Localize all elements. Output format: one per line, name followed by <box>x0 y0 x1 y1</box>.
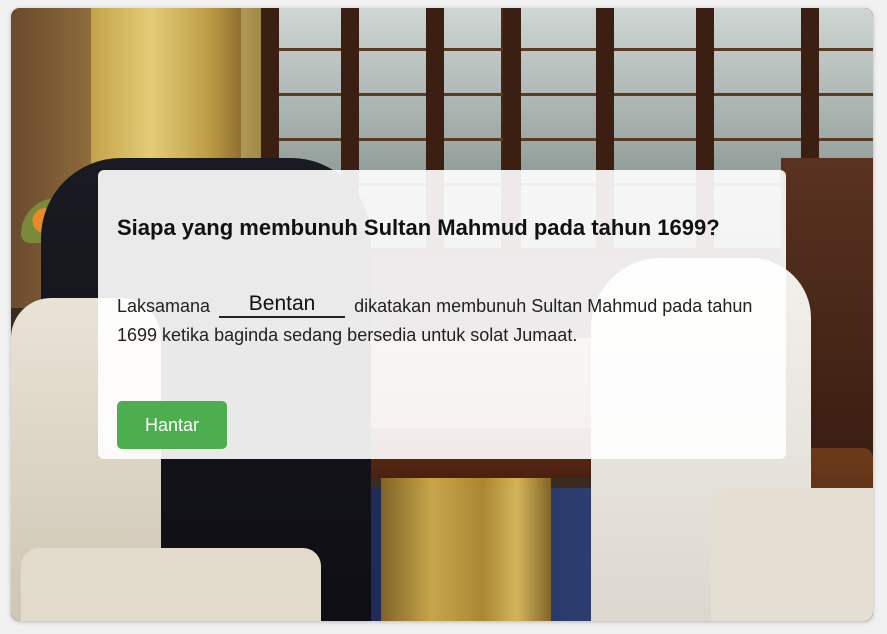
sentence-before: Laksamana <box>117 296 211 316</box>
question-sentence: Laksamana dikatakan membunuh Sultan Mahm… <box>117 292 767 350</box>
answer-input[interactable] <box>219 292 346 318</box>
question-title: Siapa yang membunuh Sultan Mahmud pada t… <box>117 215 720 240</box>
sentence-after: dikatakan membunuh Sultan Mahmud pada ta… <box>117 296 753 345</box>
submit-button[interactable]: Hantar <box>117 401 227 449</box>
quiz-frame: Siapa yang membunuh Sultan Mahmud pada t… <box>11 8 873 621</box>
quiz-card: Siapa yang membunuh Sultan Mahmud pada t… <box>98 170 786 459</box>
